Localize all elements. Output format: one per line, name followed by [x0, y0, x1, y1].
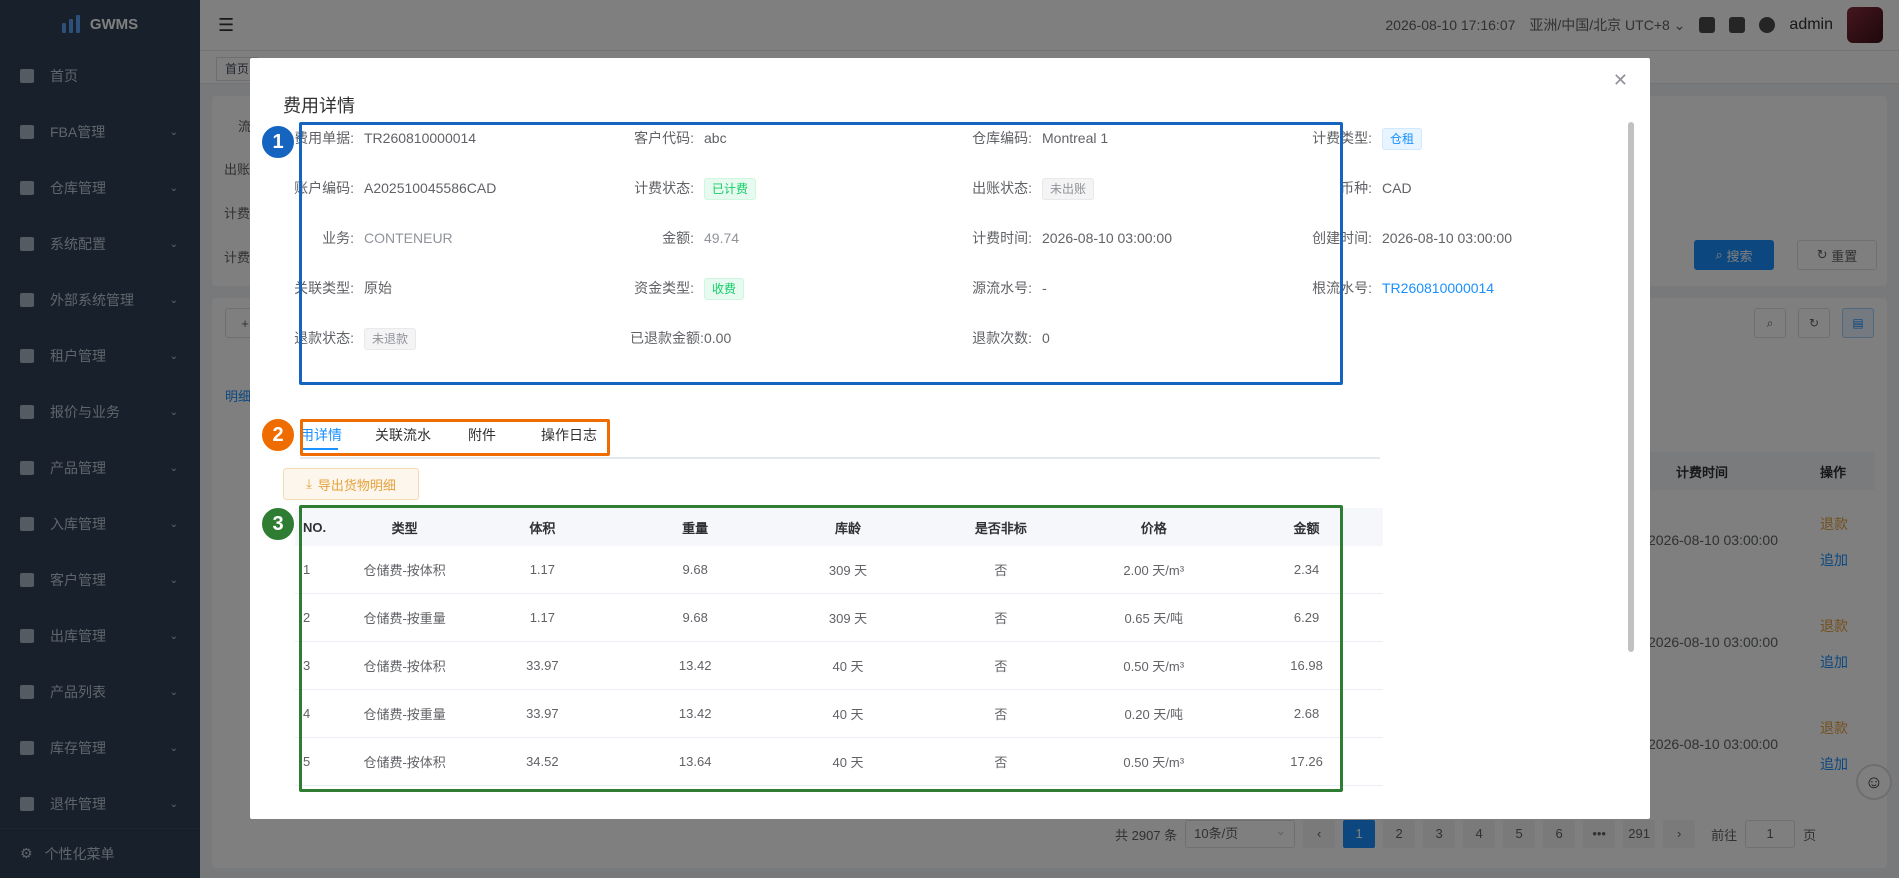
annotation-box-2 [300, 419, 610, 456]
export-goods-button[interactable]: ⤓ 导出货物明细 [283, 468, 419, 500]
dialog-title: 费用详情 [283, 96, 355, 116]
field-value[interactable]: TR260810000014 [1382, 280, 1494, 296]
close-icon[interactable]: ✕ [1613, 70, 1628, 91]
status-badge: 仓租 [1382, 128, 1423, 150]
export-goods-label: 导出货物明细 [317, 477, 396, 493]
field-value: CAD [1382, 180, 1412, 196]
annotation-box-3 [299, 505, 1343, 792]
annotation-marker-1: 1 [260, 124, 296, 160]
field-value: 2026-08-10 03:00:00 [1382, 230, 1512, 246]
annotation-marker-2: 2 [260, 417, 296, 453]
annotation-marker-3: 3 [260, 506, 296, 542]
download-icon: ⤓ [306, 476, 312, 491]
dialog-scrollbar[interactable] [1628, 122, 1634, 652]
annotation-box-1 [299, 122, 1343, 385]
fee-detail-dialog: 费用详情 ✕ 费用单据: TR260810000014 客户代码: abc 仓库编码: M… [250, 58, 1650, 819]
